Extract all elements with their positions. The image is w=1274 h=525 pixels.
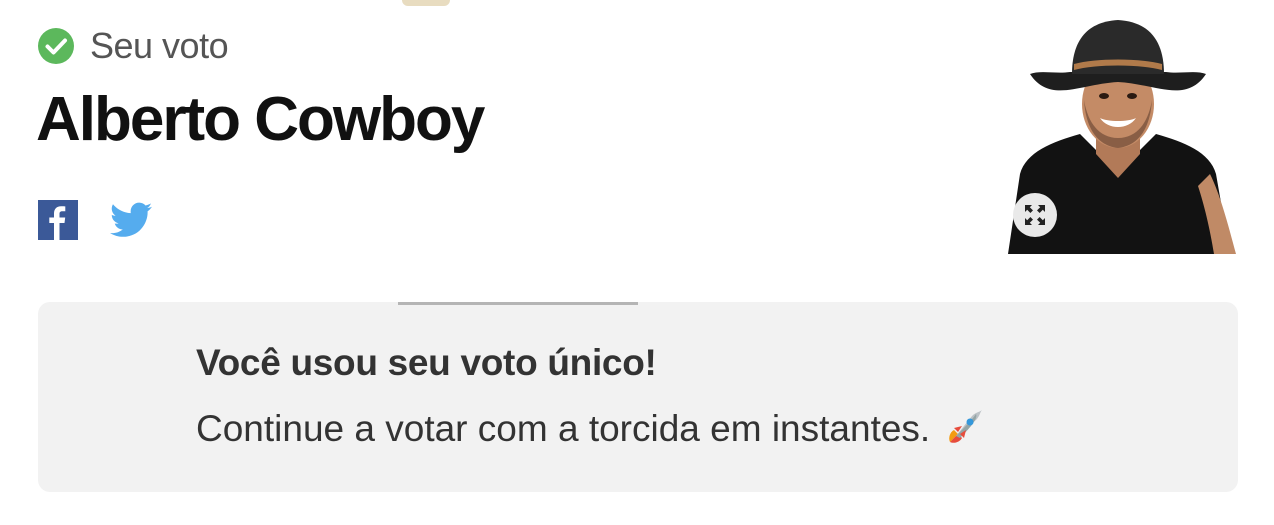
- notice-message-row: Continue a votar com a torcida em instan…: [196, 408, 984, 450]
- vote-status: Seu voto: [38, 25, 229, 66]
- expand-photo-button[interactable]: [1013, 193, 1057, 237]
- share-buttons: [38, 200, 152, 240]
- rocket-icon: [949, 410, 983, 443]
- notice-title: Você usou seu voto único!: [196, 342, 657, 383]
- notice-message: Continue a votar com a torcida em instan…: [196, 408, 931, 449]
- facebook-icon[interactable]: [38, 200, 78, 240]
- check-circle-icon: [38, 28, 74, 64]
- candidate-name: Alberto Cowboy: [36, 85, 485, 154]
- vote-status-label: Seu voto: [90, 25, 229, 66]
- twitter-icon[interactable]: [110, 200, 152, 240]
- vote-confirmation-page: Seu voto Alberto Cowboy Você usou seu vo…: [0, 0, 1274, 525]
- section-divider: [398, 302, 638, 305]
- notice-box: Você usou seu voto único! Continue a vot…: [38, 302, 1238, 492]
- expand-icon: [1025, 205, 1045, 225]
- top-decoration: [402, 0, 450, 6]
